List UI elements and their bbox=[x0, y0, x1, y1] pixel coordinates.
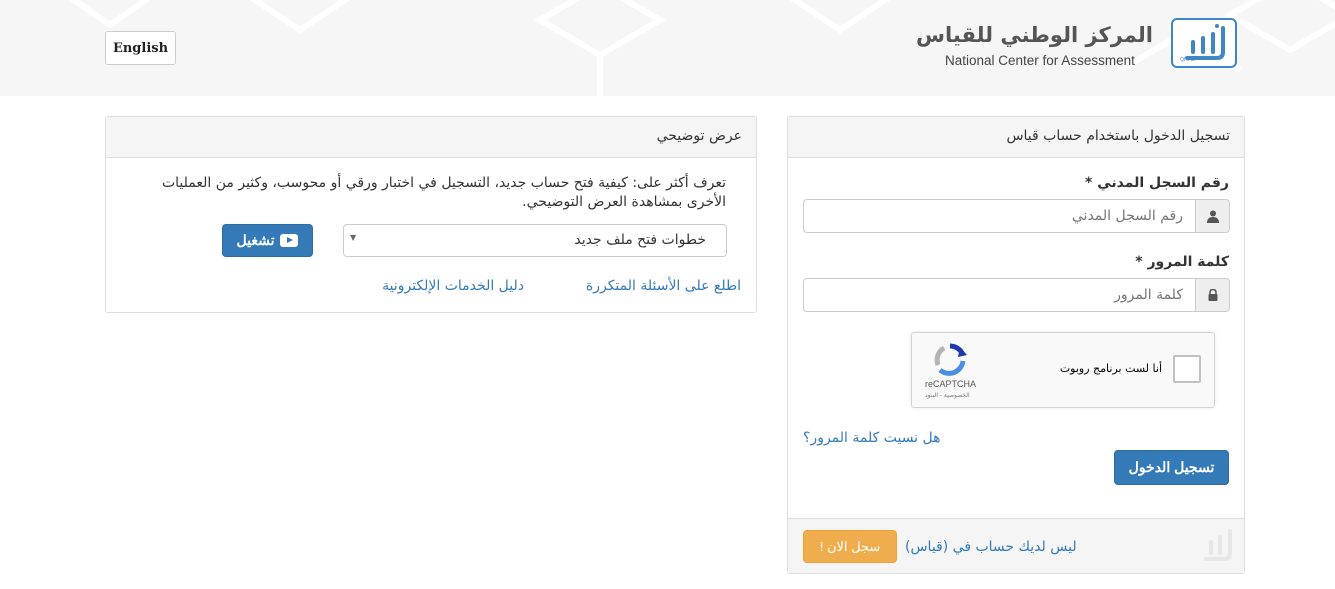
language-toggle-button[interactable]: English bbox=[105, 31, 176, 65]
play-demo-button[interactable]: تشغيل bbox=[222, 224, 313, 257]
recaptcha-label: أنا لست برنامج روبوت bbox=[1059, 362, 1162, 375]
user-icon bbox=[1195, 199, 1230, 233]
recaptcha-terms-link[interactable]: الخصوصية - البنود bbox=[925, 392, 970, 399]
logo-caption: QIYAS bbox=[1180, 57, 1195, 63]
recaptcha-checkbox[interactable] bbox=[1173, 355, 1201, 383]
recaptcha-widget: أنا لست برنامج روبوت reCAPTCHA الخصوصية … bbox=[911, 332, 1215, 408]
login-panel-footer: ليس لديك حساب في (قياس) سجل الان ! bbox=[788, 518, 1244, 573]
national-id-label: رقم السجل المدني * bbox=[1085, 175, 1229, 191]
demo-video-select[interactable]: خطوات فتح ملف جديد ▼ bbox=[343, 224, 727, 257]
national-id-group bbox=[803, 199, 1230, 233]
youtube-play-icon bbox=[280, 234, 299, 247]
demo-panel-title: عرض توضيحي bbox=[106, 117, 756, 158]
demo-panel: عرض توضيحي تعرف أكثر على: كيفية فتح حساب… bbox=[105, 116, 757, 313]
eservices-guide-link[interactable]: دليل الخدمات الإلكترونية bbox=[382, 278, 524, 294]
dropdown-arrow-icon: ▼ bbox=[350, 233, 357, 242]
login-button[interactable]: تسجيل الدخول bbox=[1114, 450, 1229, 485]
brand-name-english: National Center for Assessment bbox=[945, 53, 1135, 68]
demo-select-value: خطوات فتح ملف جديد bbox=[574, 232, 706, 248]
login-panel-title: تسجيل الدخول باستخدام حساب قياس bbox=[788, 117, 1244, 158]
password-label: كلمة المرور * bbox=[1135, 254, 1229, 270]
password-group bbox=[803, 278, 1230, 312]
recaptcha-brand: reCAPTCHA bbox=[925, 379, 977, 389]
password-input[interactable] bbox=[803, 278, 1195, 312]
site-header: English المركز الوطني للقياس National Ce… bbox=[0, 0, 1335, 96]
lock-icon bbox=[1195, 278, 1230, 312]
brand-block[interactable]: المركز الوطني للقياس National Center for… bbox=[916, 18, 1240, 74]
demo-description: تعرف أكثر على: كيفية فتح حساب جديد، التس… bbox=[161, 175, 726, 210]
qiyas-logo: QIYAS bbox=[1171, 18, 1237, 68]
faq-link[interactable]: اطلع على الأسئلة المتكررة bbox=[586, 278, 741, 294]
login-panel: تسجيل الدخول باستخدام حساب قياس رقم السج… bbox=[787, 116, 1245, 574]
national-id-input[interactable] bbox=[803, 199, 1195, 233]
qiyas-watermark-icon bbox=[1204, 529, 1232, 561]
brand-name-arabic: المركز الوطني للقياس bbox=[916, 23, 1153, 47]
register-now-button[interactable]: سجل الان ! bbox=[803, 530, 897, 563]
forgot-password-link[interactable]: هل نسيت كلمة المرور؟ bbox=[803, 430, 941, 446]
no-account-text[interactable]: ليس لديك حساب في (قياس) bbox=[905, 539, 1077, 555]
recaptcha-icon bbox=[934, 343, 967, 376]
play-button-label: تشغيل bbox=[236, 232, 275, 248]
